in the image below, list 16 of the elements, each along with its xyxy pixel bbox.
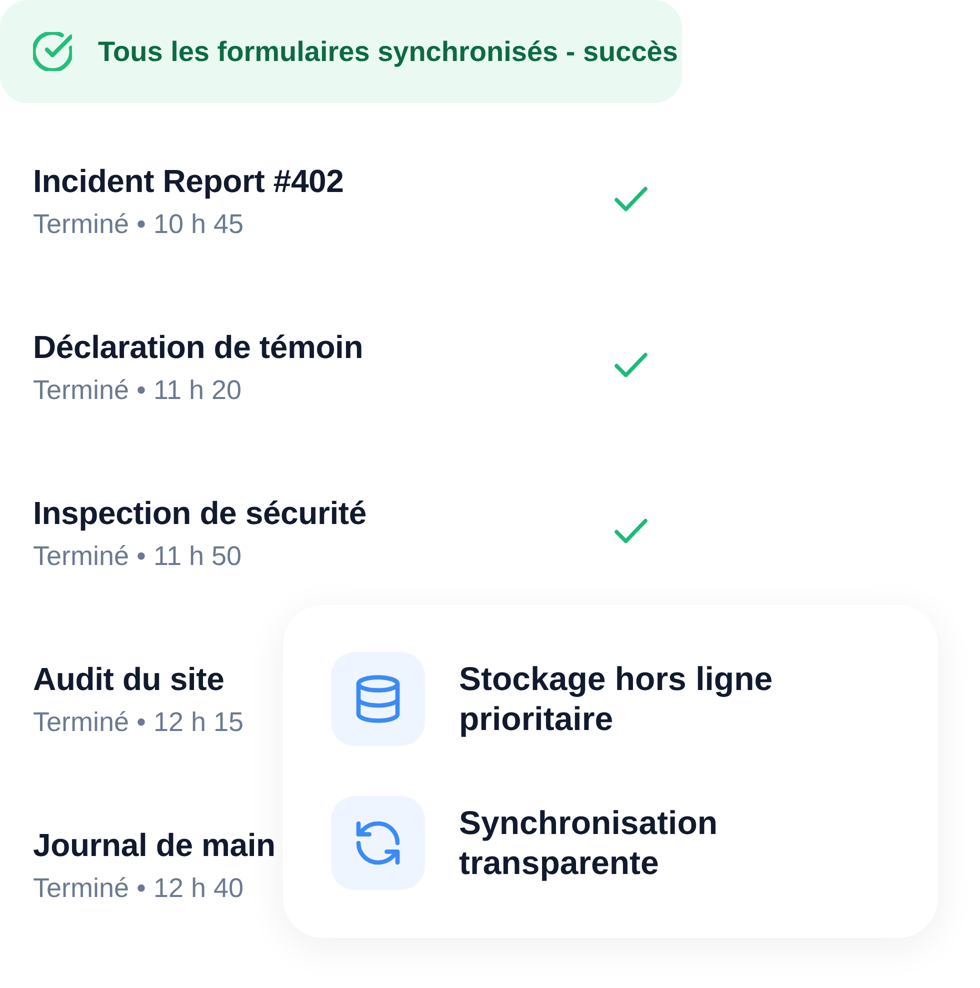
form-title: Inspection de sécurité [33, 494, 366, 533]
feature-label: Stockage hors ligne prioritaire [459, 659, 774, 739]
form-title: Audit du site [33, 660, 226, 699]
form-title: Incident Report #402 [33, 162, 344, 201]
form-title: Journal de main [33, 826, 276, 865]
form-status: Terminé • 11 h 50 [33, 540, 243, 572]
form-status: Terminé • 11 h 20 [33, 374, 243, 406]
form-title: Déclaration de témoin [33, 328, 364, 367]
form-status: Terminé • 12 h 40 [33, 872, 245, 904]
success-check-icon [33, 32, 72, 71]
form-status: Terminé • 10 h 45 [33, 208, 245, 240]
banner-message: Tous les formulaires synchronisés - succès [98, 34, 678, 69]
database-icon [331, 652, 425, 746]
feature-label: Synchronisation transparente [459, 803, 719, 883]
form-status: Terminé • 12 h 15 [33, 706, 244, 738]
sync-icon [331, 796, 425, 890]
